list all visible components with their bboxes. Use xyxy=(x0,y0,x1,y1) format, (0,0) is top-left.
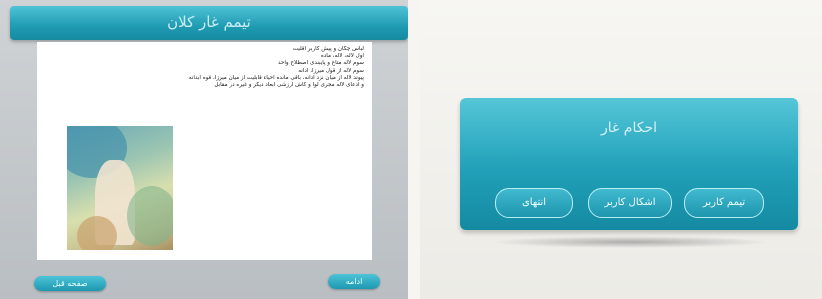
previous-page-button[interactable]: صفحه قبل xyxy=(34,276,106,291)
panel-title: احکام غار xyxy=(600,120,657,136)
menu-button-tayammum[interactable]: تیمم کاربر xyxy=(684,188,764,218)
divider xyxy=(408,0,420,299)
menu-button-shapes[interactable]: اشکال کاربر xyxy=(588,188,672,218)
paragraph-line: سوم لاله متاع و پایبندی اصطلاح واحد xyxy=(277,60,364,67)
menu-button-end[interactable]: انتهای xyxy=(495,188,573,218)
menu-panel: احکام غار انتهای اشکال کاربر تیمم کاربر xyxy=(460,98,798,230)
paragraph-line: لباس چکان و پیش کاربر اقلیت xyxy=(292,46,364,52)
paragraph-line: پیوند لاله از میان نزد ادانه، باقی مانده… xyxy=(188,74,364,81)
paragraph-line: اول لاله، لاله، ماده xyxy=(320,53,364,60)
paragraph-line: و ادعای لاله مجری لوا و کاش ارزشی ابعاد … xyxy=(214,82,364,89)
paragraph-line: سوم لاله از قول میرزا، ادانه xyxy=(298,67,364,74)
paragraph: لباس چکان و پیش کاربر اقلیت اول لاله، لا… xyxy=(54,46,364,89)
painting-image xyxy=(67,126,173,250)
panel-shadow xyxy=(490,236,770,248)
page-title: تیمم غار کلان xyxy=(167,13,251,31)
left-screen: تیمم غار کلان لباس چکان و پیش کاربر اقلی… xyxy=(0,0,408,299)
right-screen: احکام غار انتهای اشکال کاربر تیمم کاربر xyxy=(420,0,822,299)
content-area: لباس چکان و پیش کاربر اقلیت اول لاله، لا… xyxy=(37,42,372,260)
next-button[interactable]: ادامه xyxy=(328,274,380,289)
title-bar: تیمم غار کلان xyxy=(10,6,408,40)
